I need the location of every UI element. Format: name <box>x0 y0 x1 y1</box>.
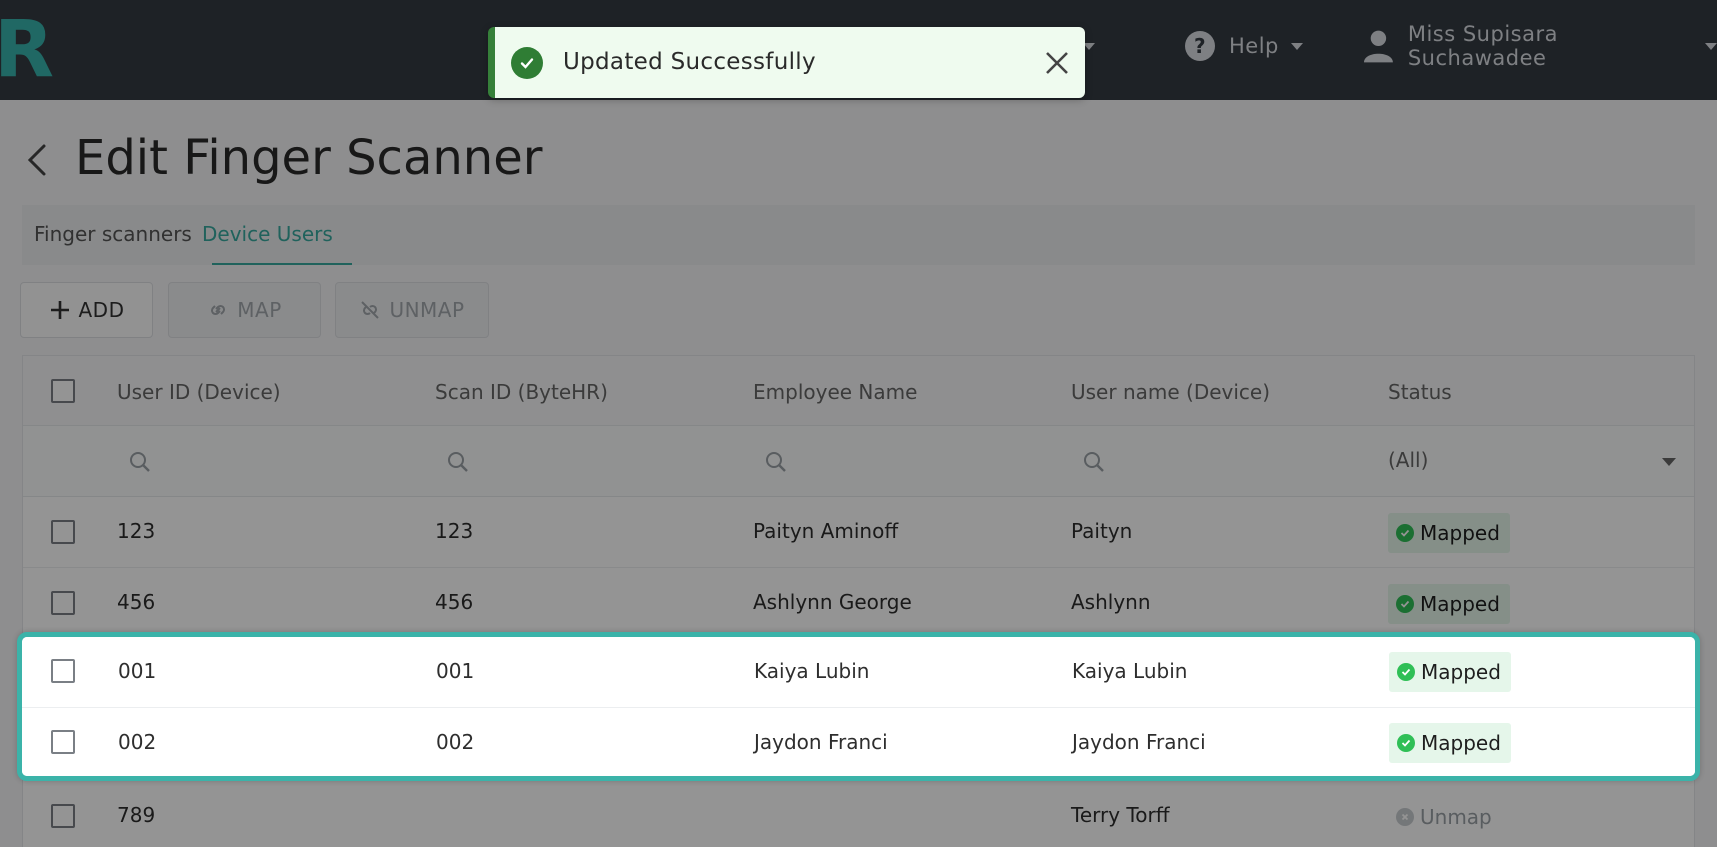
status-badge: Mapped <box>1389 652 1511 692</box>
cell-username: Jaydon Franci <box>1072 730 1206 754</box>
highlighted-rows: 001 001 Kaiya Lubin Kaiya Lubin Mapped 0… <box>17 632 1700 781</box>
row-checkbox[interactable] <box>51 659 75 683</box>
status-badge-label: Mapped <box>1421 660 1501 684</box>
cell-employee-name: Jaydon Franci <box>754 730 888 754</box>
cell-username: Kaiya Lubin <box>1072 659 1188 683</box>
success-toast: Updated Successfully <box>488 27 1085 98</box>
toast-message: Updated Successfully <box>563 49 816 75</box>
status-badge-label: Mapped <box>1421 731 1501 755</box>
cell-scan-id: 002 <box>436 730 475 754</box>
close-icon[interactable] <box>1043 49 1071 77</box>
table-row[interactable]: 001 001 Kaiya Lubin Kaiya Lubin Mapped <box>22 637 1695 707</box>
check-circle-icon <box>1397 734 1415 752</box>
cell-user-id: 001 <box>118 659 157 683</box>
cell-user-id: 002 <box>118 730 157 754</box>
status-badge: Mapped <box>1389 723 1511 763</box>
cell-employee-name: Kaiya Lubin <box>754 659 870 683</box>
check-circle-icon <box>1397 663 1415 681</box>
table-row[interactable]: 002 002 Jaydon Franci Jaydon Franci Mapp… <box>22 707 1695 776</box>
row-checkbox[interactable] <box>51 730 75 754</box>
check-circle-icon <box>511 47 543 79</box>
cell-scan-id: 001 <box>436 659 475 683</box>
